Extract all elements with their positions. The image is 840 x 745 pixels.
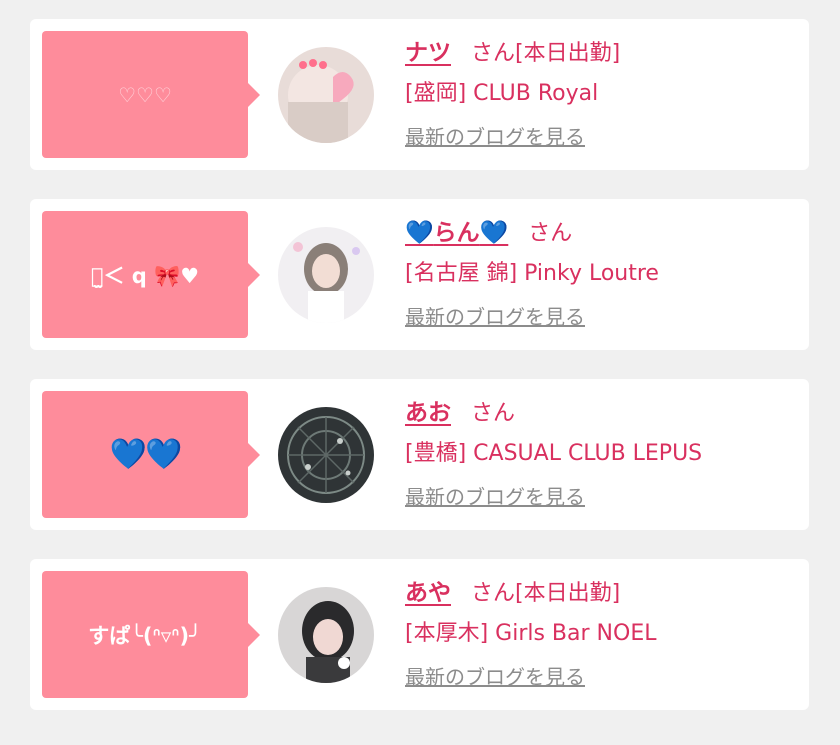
- cast-info: あお さん [豊橋] CASUAL CLUB LEPUS 最新のブログを見る: [405, 393, 702, 510]
- message-text: ＞̫＜ q 🎀♥: [90, 263, 200, 288]
- name-line: ナツ さん [本日出勤]: [405, 33, 620, 67]
- avatar[interactable]: [278, 407, 374, 503]
- latest-blog-link[interactable]: 最新のブログを見る: [405, 121, 585, 150]
- shop-name: [盛岡] CLUB Royal: [405, 81, 599, 106]
- blue-heart-icon: 💙: [479, 220, 509, 246]
- latest-blog-link[interactable]: 最新のブログを見る: [405, 481, 585, 510]
- girl-photo-avatar-icon: [278, 47, 374, 143]
- message-bubble[interactable]: すぱ╰(ᐢ▿ᐢ)╯: [42, 571, 260, 698]
- girl-photo-avatar-icon: [278, 227, 374, 323]
- latest-blog-link[interactable]: 最新のブログを見る: [405, 301, 585, 330]
- message-text: 💙💙: [109, 437, 183, 472]
- working-today-badge: [本日出勤]: [515, 41, 621, 66]
- avatar[interactable]: [278, 227, 374, 323]
- cast-name-link[interactable]: あお: [405, 393, 451, 427]
- honorific: さん: [471, 41, 516, 66]
- name-line: あや さん [本日出勤]: [405, 573, 656, 607]
- cast-info: あや さん [本日出勤] [本厚木] Girls Bar NOEL 最新のブログ…: [405, 573, 656, 690]
- cast-name-link[interactable]: ナツ: [405, 33, 451, 67]
- message-bubble[interactable]: ♡♡♡: [42, 31, 260, 158]
- message-text: すぱ╰(ᐢ▿ᐢ)╯: [88, 623, 202, 648]
- latest-blog-link[interactable]: 最新のブログを見る: [405, 661, 585, 690]
- name-line: 💙らん💙 さん: [405, 213, 659, 247]
- avatar[interactable]: [278, 47, 374, 143]
- cast-info: ナツ さん [本日出勤] [盛岡] CLUB Royal 最新のブログを見る: [405, 33, 620, 150]
- cast-name-link[interactable]: あや: [405, 573, 451, 607]
- honorific: さん: [471, 401, 516, 426]
- blue-heart-icon: 💙: [405, 220, 434, 246]
- dark-pattern-avatar-icon: [278, 407, 374, 503]
- girl-photo-avatar-icon: [278, 587, 374, 683]
- cast-info: 💙らん💙 さん [名古屋 錦] Pinky Loutre 最新のブログを見る: [405, 213, 659, 330]
- name-line: あお さん: [405, 393, 702, 427]
- shop-name: [豊橋] CASUAL CLUB LEPUS: [405, 441, 703, 466]
- message-text: ♡♡♡: [118, 82, 172, 107]
- avatar[interactable]: [278, 587, 374, 683]
- message-bubble[interactable]: 💙💙: [42, 391, 260, 518]
- shop-name: [名古屋 錦] Pinky Loutre: [405, 261, 659, 286]
- honorific: さん: [528, 221, 573, 246]
- cast-card: すぱ╰(ᐢ▿ᐢ)╯ あや さん [本日出勤] [本厚木] Girls Bar N…: [30, 559, 809, 710]
- cast-blog-list: ♡♡♡ ナツ さん [本日出勤] [盛岡] CLUB Royal 最新のブログを…: [30, 19, 809, 739]
- cast-card: ＞̫＜ q 🎀♥ 💙らん💙 さん [名古屋 錦] Pinky Loutre 最新…: [30, 199, 809, 350]
- message-bubble[interactable]: ＞̫＜ q 🎀♥: [42, 211, 260, 338]
- cast-card: ♡♡♡ ナツ さん [本日出勤] [盛岡] CLUB Royal 最新のブログを…: [30, 19, 809, 170]
- cast-name-link[interactable]: 💙らん💙: [405, 213, 508, 247]
- honorific: さん: [471, 581, 516, 606]
- shop-name: [本厚木] Girls Bar NOEL: [405, 621, 657, 646]
- working-today-badge: [本日出勤]: [515, 581, 621, 606]
- cast-card: 💙💙 あお さん [豊橋] CASUAL CLUB LEPUS 最新のブログを見…: [30, 379, 809, 530]
- cast-name-text: らん: [433, 220, 480, 246]
